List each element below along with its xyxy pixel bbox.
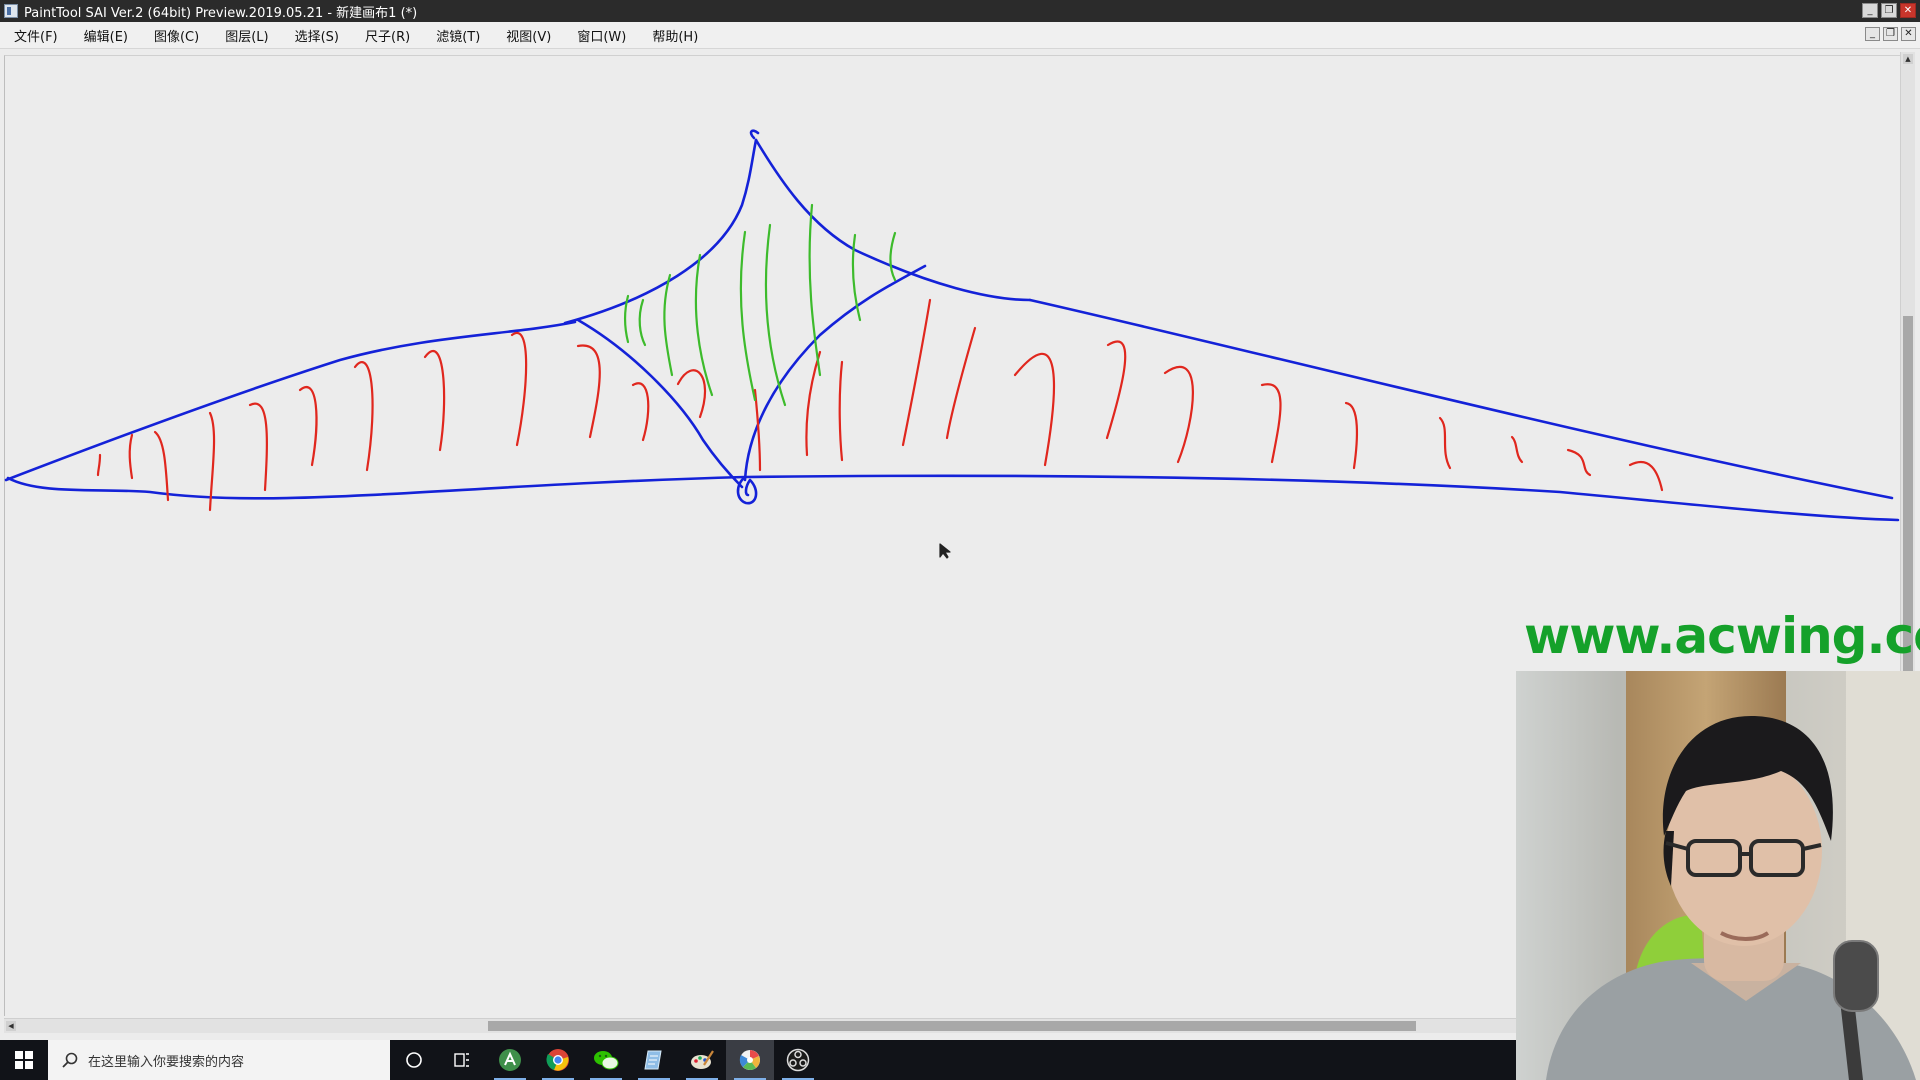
red-stroke-5 [248, 402, 268, 492]
wechat-icon [594, 1051, 619, 1070]
blue-stroke-bottom-right [743, 474, 1900, 522]
red-stroke-9 [510, 331, 528, 447]
paint-app-icon [691, 1050, 714, 1069]
blue-stroke-bottom-loop [736, 475, 758, 505]
notepad-icon [644, 1050, 662, 1070]
red-stroke-18 [1013, 352, 1055, 467]
taskbar-obs[interactable] [774, 1040, 822, 1080]
red-stroke-20 [1163, 365, 1194, 464]
horizontal-scrollbar[interactable]: ◀ [4, 1018, 1516, 1033]
task-view-icon [454, 1053, 469, 1067]
blue-stroke-diagonal-left [576, 318, 744, 489]
blue-stroke-bottom-left [6, 475, 747, 500]
red-stroke-7 [353, 360, 374, 472]
taskbar-painttool-sai[interactable] [726, 1040, 774, 1080]
search-icon [62, 1052, 78, 1068]
horizontal-scroll-thumb[interactable] [488, 1021, 1416, 1031]
webcam-overlay [1516, 671, 1920, 1080]
red-stroke-8 [423, 349, 446, 452]
green-stroke-2 [638, 298, 647, 347]
presenter-video [1516, 671, 1920, 1080]
blue-strokes [4, 129, 1900, 522]
taskbar-search-input[interactable]: 在这里输入你要搜索的内容 [48, 1040, 390, 1080]
red-stroke-2 [128, 433, 134, 480]
green-stroke-5 [739, 230, 757, 402]
obs-icon [786, 1048, 810, 1072]
blue-stroke-upper-left [4, 320, 577, 482]
red-stroke-1 [96, 453, 102, 477]
chrome-icon [546, 1049, 569, 1071]
scroll-left-icon[interactable]: ◀ [6, 1021, 16, 1031]
taskbar-chrome[interactable] [534, 1040, 582, 1080]
blue-stroke-peak-loop [749, 129, 760, 140]
watermark-text: www.acwing.com [1524, 607, 1920, 665]
red-stroke-23 [1438, 416, 1452, 470]
taskbar-paint[interactable] [678, 1040, 726, 1080]
green-stroke-9 [889, 231, 897, 282]
red-stroke-3 [153, 430, 170, 502]
taskbar-notepad[interactable] [630, 1040, 678, 1080]
red-stroke-24 [1510, 435, 1524, 464]
green-stroke-1 [623, 294, 630, 344]
red-stroke-21 [1260, 383, 1282, 464]
green-strokes [623, 203, 897, 407]
red-stroke-25 [1566, 448, 1592, 477]
red-strokes [96, 298, 1664, 512]
scroll-up-icon[interactable]: ▲ [1903, 54, 1913, 64]
android-studio-icon [499, 1049, 521, 1071]
red-stroke-22 [1344, 401, 1359, 470]
blue-stroke-upper-right [1028, 298, 1894, 500]
windows-start-button[interactable] [0, 1040, 48, 1080]
red-stroke-10 [576, 344, 601, 439]
red-stroke-15 [838, 360, 844, 462]
taskbar: 在这里输入你要搜索的内容 [0, 1040, 1516, 1080]
red-stroke-26 [1628, 461, 1664, 492]
red-stroke-4 [208, 411, 216, 512]
red-stroke-19 [1105, 340, 1127, 440]
task-view-button[interactable] [438, 1040, 486, 1080]
green-stroke-4 [694, 253, 714, 397]
red-stroke-11 [631, 382, 650, 442]
mouse-cursor [939, 543, 951, 559]
blue-stroke-diagonal-right [743, 264, 927, 482]
blue-stroke-left-hill [563, 138, 758, 325]
red-stroke-16 [901, 298, 932, 447]
taskbar-android-studio[interactable] [486, 1040, 534, 1080]
green-stroke-3 [663, 273, 674, 377]
cortana-button[interactable] [390, 1040, 438, 1080]
painttool-sai-icon [739, 1050, 760, 1070]
taskbar-wechat[interactable] [582, 1040, 630, 1080]
search-placeholder: 在这里输入你要搜索的内容 [88, 1054, 245, 1070]
red-stroke-17 [945, 326, 977, 440]
cortana-icon [406, 1052, 422, 1068]
red-stroke-6 [298, 386, 318, 467]
green-stroke-7 [808, 203, 822, 377]
windows-start-icon [15, 1051, 33, 1069]
